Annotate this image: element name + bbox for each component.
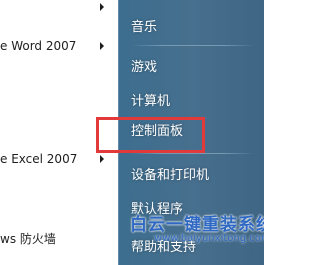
program-item-word-2007[interactable]: e Word 2007 (0, 33, 116, 59)
menu-item-music[interactable]: 音乐 (131, 14, 259, 42)
program-item-label: ws 防火墙 (0, 232, 56, 246)
start-menu-crop: e Word 2007 e Excel 2007 ws 防火墙 音乐 游戏 计算… (0, 0, 264, 265)
menu-separator (131, 45, 255, 46)
program-item-label: e Word 2007 (0, 39, 77, 53)
menu-item-help-support[interactable]: 帮助和支持 (131, 234, 259, 262)
menu-item-computer[interactable]: 计算机 (131, 88, 259, 116)
program-item-label: e Excel 2007 (0, 152, 78, 166)
menu-item-default-programs[interactable]: 默认程序 (131, 196, 259, 224)
highlight-box (96, 117, 205, 153)
menu-separator (131, 153, 255, 154)
program-item-submenu[interactable] (0, 0, 116, 20)
submenu-arrow-icon (100, 42, 104, 50)
menu-item-devices-printers[interactable]: 设备和打印机 (131, 162, 259, 190)
submenu-arrow-icon (100, 3, 104, 11)
submenu-arrow-icon (100, 155, 104, 163)
menu-item-games[interactable]: 游戏 (131, 54, 259, 82)
program-item-firewall[interactable]: ws 防火墙 (0, 226, 116, 252)
